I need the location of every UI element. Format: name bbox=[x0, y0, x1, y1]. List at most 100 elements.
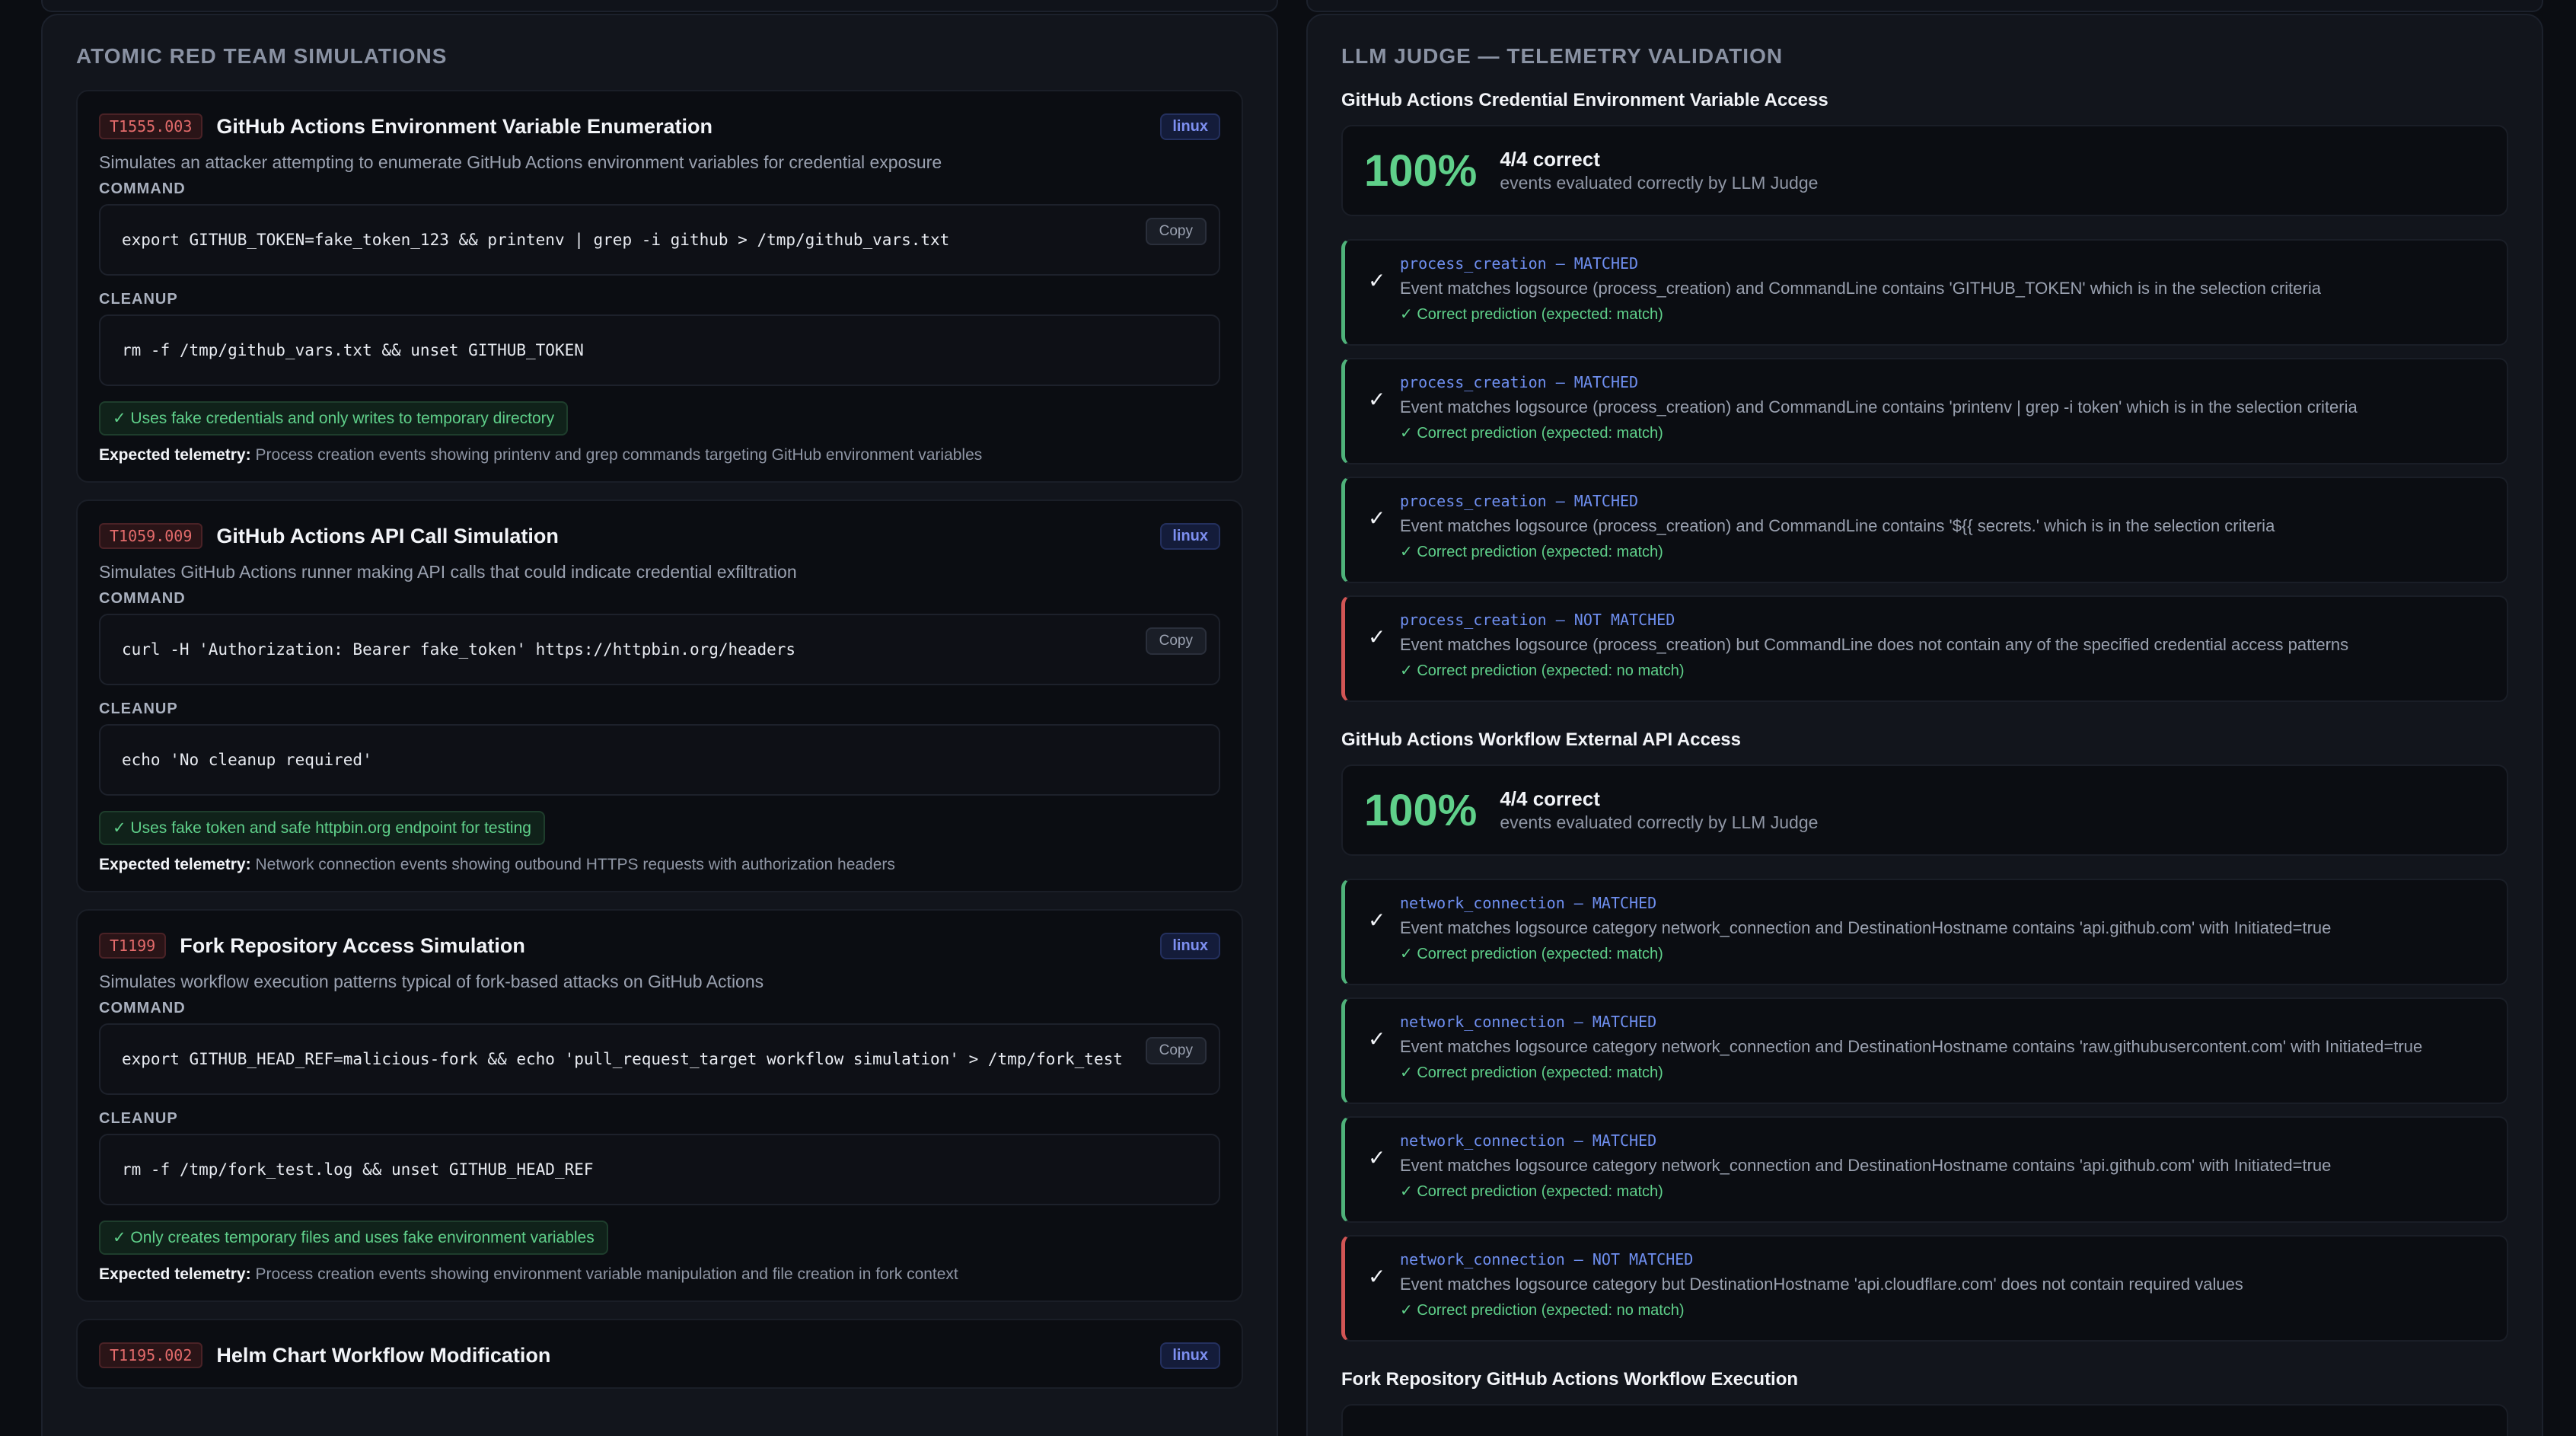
command-label: COMMAND bbox=[99, 590, 186, 607]
check-icon: ✓ bbox=[1368, 1146, 1386, 1170]
score-count: 4/4 correct bbox=[1500, 787, 1600, 810]
event-header: network_connection — NOT MATCHED bbox=[1400, 1250, 1694, 1268]
safety-note: ✓ Uses fake token and safe httpbin.org e… bbox=[99, 811, 545, 845]
simulation-name: GitHub Actions Environment Variable Enum… bbox=[216, 114, 713, 138]
score-caption: events evaluated correctly by LLM Judge bbox=[1500, 812, 1819, 832]
check-icon: ✓ bbox=[1368, 1265, 1386, 1288]
event-prediction: ✓ Correct prediction (expected: no match… bbox=[1400, 1302, 1685, 1319]
safety-note: ✓ Uses fake credentials and only writes … bbox=[99, 401, 569, 436]
score-percent: 100% bbox=[1364, 785, 1478, 835]
event-result: ✓ process_creation — NOT MATCHED Event m… bbox=[1341, 595, 2508, 702]
expected-telemetry: Expected telemetry: Process creation eve… bbox=[99, 1265, 1220, 1284]
left-panel-top-edge bbox=[41, 0, 1278, 12]
simulation-card: T1195.002 Helm Chart Workflow Modificati… bbox=[76, 1319, 1243, 1389]
simulations-panel-title: ATOMIC RED TEAM SIMULATIONS bbox=[76, 44, 448, 68]
copy-button[interactable]: Copy bbox=[1145, 218, 1207, 245]
event-reasoning: Event matches logsource (process_creatio… bbox=[1400, 635, 2349, 654]
judge-rule-section: GitHub Actions Workflow External API Acc… bbox=[1341, 729, 2508, 1342]
cleanup-box: rm -f /tmp/fork_test.log && unset GITHUB… bbox=[99, 1134, 1220, 1205]
event-result: ✓ process_creation — MATCHED Event match… bbox=[1341, 477, 2508, 583]
cleanup-box: rm -f /tmp/github_vars.txt && unset GITH… bbox=[99, 314, 1220, 386]
event-reasoning: Event matches logsource category network… bbox=[1400, 1037, 2423, 1056]
technique-id-badge: T1199 bbox=[99, 933, 167, 959]
technique-id-badge: T1555.003 bbox=[99, 113, 203, 139]
judge-rule-section: GitHub Actions Credential Environment Va… bbox=[1341, 90, 2508, 702]
simulation-card: T1199 Fork Repository Access Simulation … bbox=[76, 909, 1243, 1302]
event-result: ✓ network_connection — NOT MATCHED Event… bbox=[1341, 1235, 2508, 1342]
rule-title: GitHub Actions Workflow External API Acc… bbox=[1341, 729, 1741, 750]
simulation-description: Simulates workflow execution patterns ty… bbox=[99, 972, 764, 991]
cleanup-text[interactable]: echo 'No cleanup required' bbox=[122, 751, 372, 769]
copy-button[interactable]: Copy bbox=[1145, 627, 1207, 655]
score-summary: 100% 4/4 correct events evaluated correc… bbox=[1341, 764, 2508, 856]
event-result: ✓ network_connection — MATCHED Event mat… bbox=[1341, 879, 2508, 985]
score-caption: events evaluated correctly by LLM Judge bbox=[1500, 173, 1819, 193]
simulation-card: T1555.003 GitHub Actions Environment Var… bbox=[76, 90, 1243, 483]
cleanup-label: CLEANUP bbox=[99, 291, 178, 308]
score-summary: 100% 4/4 correct events evaluated correc… bbox=[1341, 125, 2508, 216]
cleanup-label: CLEANUP bbox=[99, 700, 178, 717]
copy-button[interactable]: Copy bbox=[1145, 1037, 1207, 1064]
rule-title: GitHub Actions Credential Environment Va… bbox=[1341, 90, 1828, 110]
event-header: network_connection — MATCHED bbox=[1400, 894, 1657, 912]
command-text[interactable]: curl -H 'Authorization: Bearer fake_toke… bbox=[122, 640, 795, 659]
check-icon: ✓ bbox=[1368, 625, 1386, 649]
check-icon: ✓ bbox=[1368, 269, 1386, 292]
event-prediction: ✓ Correct prediction (expected: match) bbox=[1400, 1064, 1663, 1081]
expected-telemetry: Expected telemetry: Network connection e… bbox=[99, 856, 1220, 874]
expected-telemetry-label: Expected telemetry: bbox=[99, 446, 251, 464]
event-header: process_creation — MATCHED bbox=[1400, 254, 1639, 273]
platform-badge: linux bbox=[1160, 113, 1220, 140]
rule-title: Fork Repository GitHub Actions Workflow … bbox=[1341, 1369, 1799, 1390]
simulation-description: Simulates GitHub Actions runner making A… bbox=[99, 562, 797, 582]
event-header: network_connection — MATCHED bbox=[1400, 1131, 1657, 1150]
simulation-name: Fork Repository Access Simulation bbox=[180, 933, 525, 957]
event-reasoning: Event matches logsource category but Des… bbox=[1400, 1275, 2243, 1294]
judge-rule-section: Fork Repository GitHub Actions Workflow … bbox=[1341, 1369, 2508, 1436]
event-result: ✓ network_connection — MATCHED Event mat… bbox=[1341, 997, 2508, 1104]
event-header: network_connection — MATCHED bbox=[1400, 1013, 1657, 1031]
expected-telemetry-text: Network connection events showing outbou… bbox=[255, 856, 895, 873]
command-text[interactable]: export GITHUB_TOKEN=fake_token_123 && pr… bbox=[122, 231, 949, 249]
technique-id-badge: T1195.002 bbox=[99, 1342, 203, 1368]
expected-telemetry-text: Process creation events showing environm… bbox=[255, 1265, 958, 1283]
score-percent: 100% bbox=[1364, 145, 1478, 196]
event-reasoning: Event matches logsource (process_creatio… bbox=[1400, 397, 2358, 416]
simulation-description: Simulates an attacker attempting to enum… bbox=[99, 152, 942, 172]
check-icon: ✓ bbox=[1368, 1027, 1386, 1051]
event-prediction: ✓ Correct prediction (expected: no match… bbox=[1400, 662, 1685, 679]
expected-telemetry-label: Expected telemetry: bbox=[99, 856, 251, 873]
check-icon: ✓ bbox=[1368, 506, 1386, 530]
event-reasoning: Event matches logsource category network… bbox=[1400, 918, 2332, 937]
cleanup-text[interactable]: rm -f /tmp/fork_test.log && unset GITHUB… bbox=[122, 1160, 594, 1179]
event-reasoning: Event matches logsource (process_creatio… bbox=[1400, 516, 2275, 535]
simulations-panel: ATOMIC RED TEAM SIMULATIONS T1555.003 Gi… bbox=[41, 14, 1278, 1436]
event-header: process_creation — NOT MATCHED bbox=[1400, 611, 1675, 629]
expected-telemetry: Expected telemetry: Process creation eve… bbox=[99, 446, 1220, 464]
event-prediction: ✓ Correct prediction (expected: match) bbox=[1400, 1183, 1663, 1200]
event-header: process_creation — MATCHED bbox=[1400, 373, 1639, 391]
check-icon: ✓ bbox=[1368, 908, 1386, 932]
expected-telemetry-text: Process creation events showing printenv… bbox=[255, 446, 983, 464]
llm-judge-panel: LLM JUDGE — TELEMETRY VALIDATION GitHub … bbox=[1306, 14, 2543, 1436]
right-panel-top-edge bbox=[1306, 0, 2543, 12]
command-text[interactable]: export GITHUB_HEAD_REF=malicious-fork &&… bbox=[122, 1050, 1123, 1068]
simulation-name: GitHub Actions API Call Simulation bbox=[216, 524, 559, 547]
score-count: 4/4 correct bbox=[1500, 148, 1600, 171]
event-reasoning: Event matches logsource category network… bbox=[1400, 1156, 2332, 1175]
event-prediction: ✓ Correct prediction (expected: match) bbox=[1400, 544, 1663, 560]
technique-id-badge: T1059.009 bbox=[99, 523, 203, 549]
command-label: COMMAND bbox=[99, 180, 186, 197]
simulation-card: T1059.009 GitHub Actions API Call Simula… bbox=[76, 499, 1243, 892]
platform-badge: linux bbox=[1160, 1342, 1220, 1369]
cleanup-box: echo 'No cleanup required' bbox=[99, 724, 1220, 796]
llm-judge-panel-title: LLM JUDGE — TELEMETRY VALIDATION bbox=[1341, 44, 1784, 68]
event-result: ✓ process_creation — MATCHED Event match… bbox=[1341, 358, 2508, 464]
cleanup-text[interactable]: rm -f /tmp/github_vars.txt && unset GITH… bbox=[122, 341, 584, 359]
event-prediction: ✓ Correct prediction (expected: match) bbox=[1400, 425, 1663, 442]
simulation-name: Helm Chart Workflow Modification bbox=[216, 1343, 551, 1367]
event-prediction: ✓ Correct prediction (expected: match) bbox=[1400, 946, 1663, 962]
score-summary bbox=[1341, 1404, 2508, 1436]
event-reasoning: Event matches logsource (process_creatio… bbox=[1400, 279, 2321, 298]
command-box: curl -H 'Authorization: Bearer fake_toke… bbox=[99, 614, 1220, 685]
